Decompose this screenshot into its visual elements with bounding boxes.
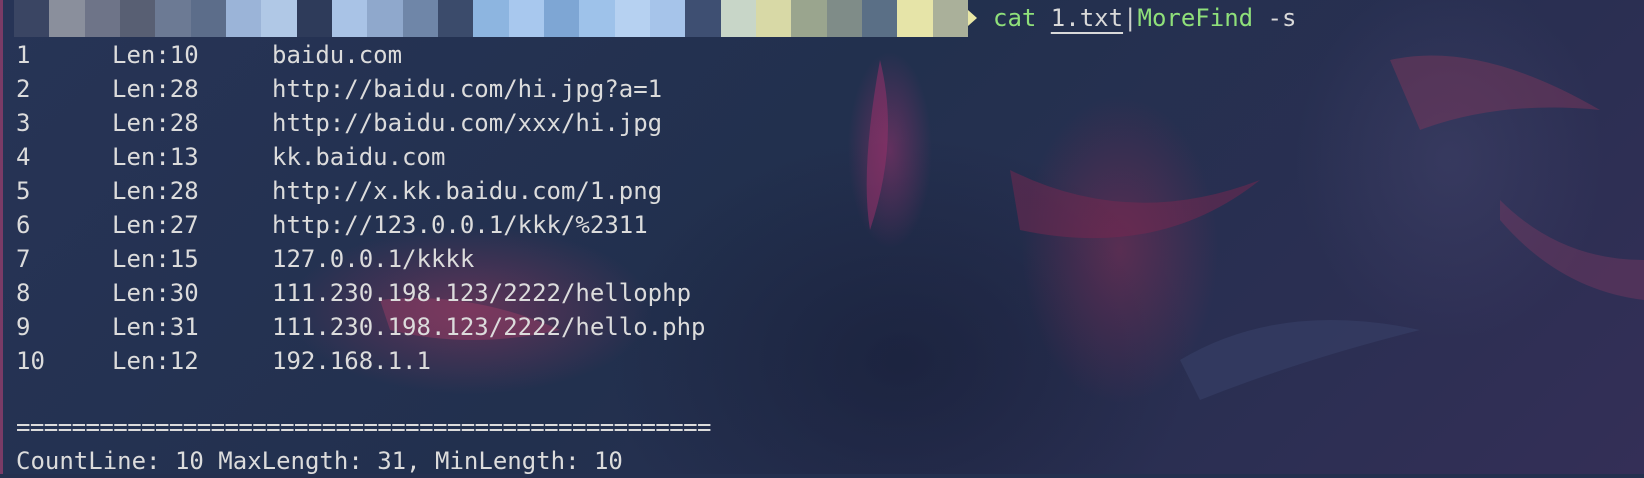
line-value: 127.0.0.1/kkkk	[272, 245, 475, 273]
command-argument: 1.txt	[1050, 4, 1124, 32]
redacted-pixel-block	[155, 0, 191, 37]
redacted-pixel-block	[720, 0, 756, 37]
redacted-pixel-block	[296, 0, 332, 37]
line-length: Len:30	[112, 279, 199, 307]
line-length: Len:28	[112, 177, 199, 205]
redacted-pixel-block	[49, 0, 85, 37]
prompt-arrow-icon	[968, 10, 977, 26]
redacted-pixel-block	[402, 0, 438, 37]
redacted-pixel-block	[826, 0, 862, 37]
redacted-pixel-block	[225, 0, 262, 37]
line-number: 9	[16, 313, 31, 341]
output-summary: CountLine: 10 MaxLength: 31, MinLength: …	[16, 447, 623, 475]
line-number: 10	[16, 347, 45, 375]
line-length: Len:28	[112, 75, 199, 103]
line-value: 111.230.198.123/2222/hello.php	[272, 313, 706, 341]
redacted-pixel-block	[649, 0, 686, 37]
line-number: 6	[16, 211, 31, 239]
redacted-pixel-block	[473, 0, 509, 37]
line-length: Len:12	[112, 347, 199, 375]
line-value: baidu.com	[272, 41, 403, 69]
line-length: Len:28	[112, 109, 199, 137]
redacted-pixel-block	[861, 0, 898, 37]
line-number: 8	[16, 279, 31, 307]
redacted-pixel-block	[84, 0, 120, 37]
line-value: http://123.0.0.1/kkk/%2311	[272, 211, 648, 239]
line-number: 1	[16, 41, 31, 69]
terminal-window[interactable]: cat 1.txt|MoreFind -s 1 Len:10 baidu.com 2…	[0, 0, 1644, 475]
line-number: 5	[16, 177, 31, 205]
line-length: Len:31	[112, 313, 199, 341]
line-number: 3	[16, 109, 31, 137]
line-value: 111.230.198.123/2222/hellophp	[272, 279, 692, 307]
redacted-pixel-block	[331, 0, 368, 37]
redacted-pixel-block	[543, 0, 580, 37]
pipe-command: MoreFind	[1137, 4, 1254, 32]
line-length: Len:27	[112, 211, 199, 239]
redacted-pixel-block	[437, 0, 474, 37]
output-separator: ========================================…	[16, 413, 712, 441]
command-flag: -s	[1253, 4, 1297, 32]
pipe-symbol: |	[1123, 4, 1138, 32]
prompt-line: cat 1.txt|MoreFind -s	[0, 0, 1644, 37]
line-length: Len:10	[112, 41, 199, 69]
line-value: http://baidu.com/xxx/hi.jpg	[272, 109, 663, 137]
command-name: cat	[993, 4, 1051, 32]
redacted-pixel-block	[932, 0, 968, 37]
redacted-pixel-block	[897, 0, 933, 37]
redacted-pixel-block	[367, 0, 403, 37]
redacted-pixel-block	[119, 0, 156, 37]
line-value: kk.baidu.com	[272, 143, 446, 171]
line-length: Len:13	[112, 143, 199, 171]
command-input[interactable]: cat 1.txt|MoreFind -s	[993, 2, 1296, 34]
line-number: 4	[16, 143, 31, 171]
redacted-pixel-block	[190, 0, 226, 37]
redacted-pixel-block	[14, 0, 50, 37]
redacted-prompt-path	[14, 0, 968, 37]
redacted-pixel-block	[791, 0, 827, 37]
redacted-pixel-block	[614, 0, 650, 37]
line-value: 192.168.1.1	[272, 347, 431, 375]
redacted-pixel-block	[755, 0, 792, 37]
redacted-pixel-block	[508, 0, 544, 37]
line-length: Len:15	[112, 245, 199, 273]
line-value: http://baidu.com/hi.jpg?a=1	[272, 75, 663, 103]
redacted-pixel-block	[579, 0, 615, 37]
line-number: 2	[16, 75, 31, 103]
redacted-pixel-block	[261, 0, 297, 37]
line-number: 7	[16, 245, 31, 273]
line-value: http://x.kk.baidu.com/1.png	[272, 177, 663, 205]
redacted-pixel-block	[685, 0, 721, 37]
